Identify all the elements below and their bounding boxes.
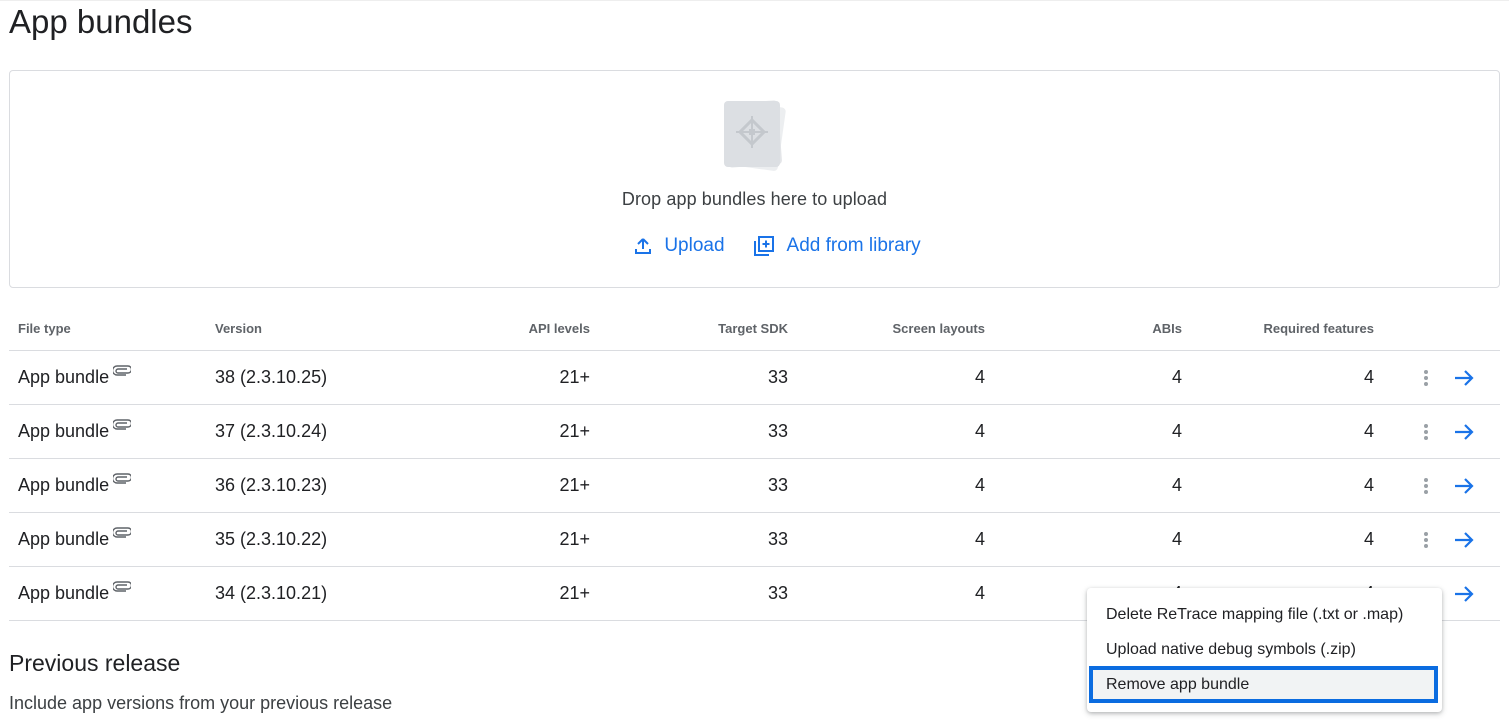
- top-divider: [0, 0, 1509, 1]
- api-levels-cell: 21+: [559, 421, 590, 441]
- table-row[interactable]: App bundle 38 (2.3.10.25) 21+ 33 4 4 4: [9, 351, 1500, 405]
- table-row[interactable]: App bundle 36 (2.3.10.23) 21+ 33 4 4 4: [9, 459, 1500, 513]
- abis-cell: 4: [1171, 529, 1182, 549]
- attachment-icon: [113, 419, 132, 430]
- header-file-type: File type: [18, 321, 71, 336]
- api-levels-cell: 21+: [559, 583, 590, 603]
- upload-icon: [635, 238, 652, 254]
- upload-button[interactable]: Upload: [634, 231, 725, 261]
- file-type-cell: App bundle: [18, 367, 110, 387]
- api-levels-cell: 21+: [559, 475, 590, 495]
- target-sdk-cell: 33: [767, 421, 788, 441]
- more-vert-icon[interactable]: [1420, 478, 1432, 498]
- abis-cell: 4: [1171, 421, 1182, 441]
- api-levels-cell: 21+: [559, 529, 590, 549]
- required-features-cell: 4: [1363, 421, 1374, 441]
- abis-cell: 4: [1171, 475, 1182, 495]
- menu-item-delete-retrace-mapping[interactable]: Delete ReTrace mapping file (.txt or .ma…: [1087, 597, 1442, 632]
- header-version: Version: [215, 321, 262, 336]
- api-levels-cell: 21+: [559, 367, 590, 387]
- required-features-cell: 4: [1363, 475, 1374, 495]
- menu-item-upload-native-debug-symbols[interactable]: Upload native debug symbols (.zip): [1087, 632, 1442, 667]
- page-title: App bundles: [9, 3, 193, 40]
- version-cell: 37 (2.3.10.24): [215, 421, 328, 441]
- previous-release-title: Previous release: [9, 650, 181, 676]
- screen-layouts-cell: 4: [974, 529, 985, 549]
- header-required-features: Required features: [1263, 321, 1374, 336]
- header-abis: ABIs: [1152, 321, 1182, 336]
- version-cell: 35 (2.3.10.22): [215, 529, 328, 549]
- dropzone-text: Drop app bundles here to upload: [621, 189, 888, 209]
- upload-label: Upload: [664, 235, 725, 256]
- arrow-forward-icon[interactable]: [1452, 367, 1476, 389]
- target-sdk-cell: 33: [767, 475, 788, 495]
- screen-layouts-cell: 4: [974, 421, 985, 441]
- arrow-forward-icon[interactable]: [1452, 421, 1476, 443]
- header-screen-layouts: Screen layouts: [892, 321, 986, 336]
- previous-release-subtitle: Include app versions from your previous …: [9, 693, 393, 713]
- add-from-library-label: Add from library: [786, 235, 921, 256]
- app-bundles-table: File type Version API levels Target SDK …: [9, 308, 1500, 621]
- abis-cell: 4: [1171, 367, 1182, 387]
- file-type-cell: App bundle: [18, 583, 110, 603]
- table-row[interactable]: App bundle 37 (2.3.10.24) 21+ 33 4 4 4: [9, 405, 1500, 459]
- attachment-icon: [113, 527, 132, 538]
- required-features-cell: 4: [1363, 529, 1374, 549]
- screen-layouts-cell: 4: [974, 367, 985, 387]
- file-type-cell: App bundle: [18, 475, 110, 495]
- row-actions-menu: Delete ReTrace mapping file (.txt or .ma…: [1087, 588, 1442, 712]
- add-from-library-button[interactable]: Add from library: [753, 231, 921, 261]
- more-vert-icon[interactable]: [1420, 424, 1432, 444]
- target-sdk-cell: 33: [767, 367, 788, 387]
- attachment-icon: [113, 365, 132, 376]
- target-sdk-cell: 33: [767, 529, 788, 549]
- arrow-forward-icon[interactable]: [1452, 475, 1476, 497]
- header-target-sdk: Target SDK: [718, 321, 788, 336]
- attachment-icon: [113, 473, 132, 484]
- more-vert-icon[interactable]: [1420, 370, 1432, 390]
- version-cell: 34 (2.3.10.21): [215, 583, 328, 603]
- app-bundle-illustration-icon: [724, 100, 786, 171]
- add-to-library-icon: [753, 236, 774, 256]
- target-sdk-cell: 33: [767, 583, 788, 603]
- menu-item-remove-app-bundle[interactable]: Remove app bundle: [1089, 666, 1438, 703]
- table-row[interactable]: App bundle 35 (2.3.10.22) 21+ 33 4 4 4: [9, 513, 1500, 567]
- screen-layouts-cell: 4: [974, 475, 985, 495]
- file-type-cell: App bundle: [18, 529, 110, 549]
- table-header: File type Version API levels Target SDK …: [9, 308, 1500, 351]
- more-vert-icon[interactable]: [1420, 532, 1432, 552]
- attachment-icon: [113, 581, 132, 592]
- arrow-forward-icon[interactable]: [1452, 583, 1476, 605]
- version-cell: 36 (2.3.10.23): [215, 475, 328, 495]
- screen-layouts-cell: 4: [974, 583, 985, 603]
- required-features-cell: 4: [1363, 367, 1374, 387]
- arrow-forward-icon[interactable]: [1452, 529, 1476, 551]
- version-cell: 38 (2.3.10.25): [215, 367, 328, 387]
- upload-dropzone[interactable]: Drop app bundles here to upload Upload A…: [9, 70, 1500, 288]
- file-type-cell: App bundle: [18, 421, 110, 441]
- header-api-levels: API levels: [528, 321, 590, 336]
